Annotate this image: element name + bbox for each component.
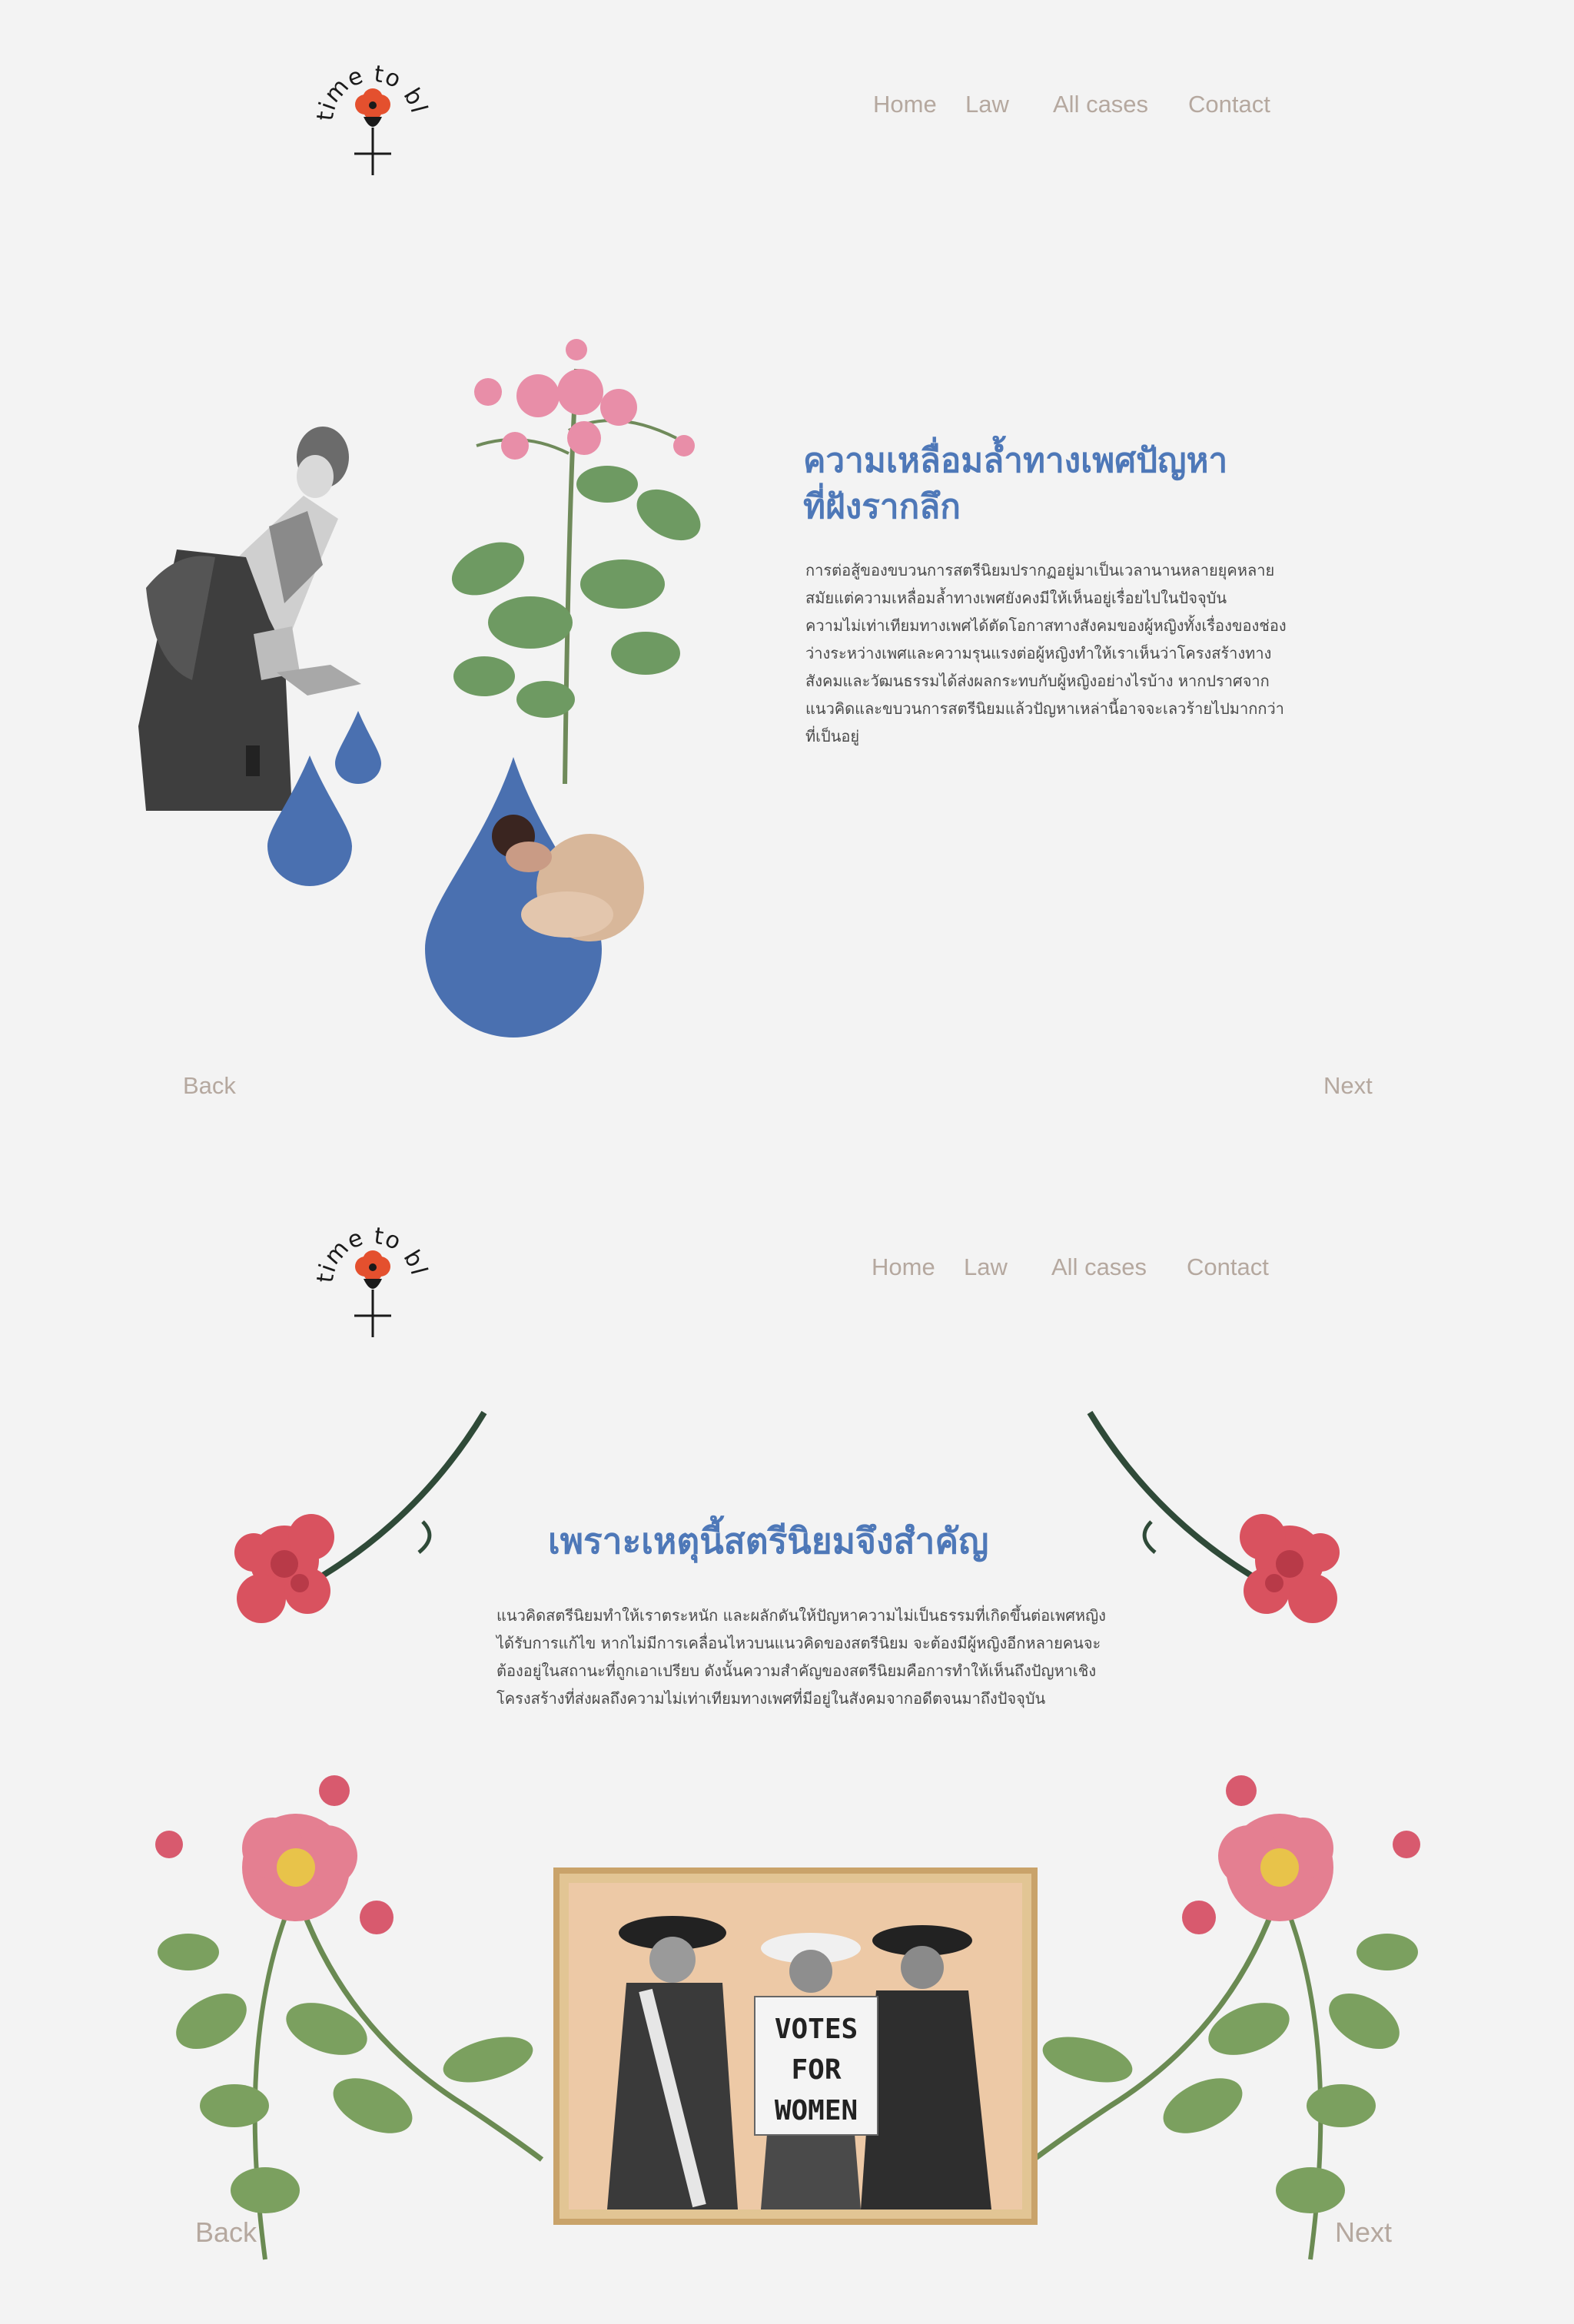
section1-title-line2: ที่ฝังรากลึก bbox=[803, 487, 961, 526]
section2-title: เพราะเหตุนี้สตรีนิยมจึงสำคัญ bbox=[548, 1520, 989, 1562]
nav-law[interactable]: Law bbox=[965, 91, 1009, 118]
nav-all-cases[interactable]: All cases bbox=[1053, 91, 1148, 118]
framed-suffrage-photo: VOTES FOR WOMEN bbox=[553, 1868, 1038, 2225]
illustration-crouching-figure bbox=[483, 815, 644, 945]
sign-text: FOR bbox=[791, 2054, 841, 2086]
nav-contact[interactable]: Contact bbox=[1188, 91, 1270, 118]
nav-contact[interactable]: Contact bbox=[1187, 1253, 1269, 1281]
nav-home[interactable]: Home bbox=[873, 91, 937, 118]
paragraph-line: แนวคิดสตรีนิยมทำให้เราตระหนัก และผลักดัน… bbox=[496, 1606, 1106, 1625]
illustration-carnation-right bbox=[1082, 1406, 1351, 1660]
nav-law[interactable]: Law bbox=[964, 1253, 1008, 1281]
illustration-rose-branch-right bbox=[1003, 1775, 1433, 2267]
paragraph-line: ต้องอยู่ในสถานะที่ถูกเอาเปรียบ ดังนั้นคว… bbox=[496, 1662, 1097, 1680]
back-button[interactable]: Back bbox=[183, 1072, 236, 1100]
section1-title: ความเหลื่อมล้ำทางเพศปัญหา ที่ฝังรากลึก bbox=[803, 438, 1227, 530]
sign-text: VOTES bbox=[775, 2014, 858, 2045]
section2-body: แนวคิดสตรีนิยมทำให้เราตระหนัก และผลักดัน… bbox=[496, 1602, 1106, 1712]
illustration-rose-stem bbox=[415, 338, 722, 792]
water-drop-medium bbox=[267, 755, 352, 886]
illustration-carnation-left bbox=[223, 1406, 492, 1660]
sign-text: WOMEN bbox=[775, 2095, 858, 2126]
nav-home[interactable]: Home bbox=[872, 1253, 935, 1281]
paragraph-line: ความไม่เท่าเทียมทางเพศได้ตัดโอกาสทางสังค… bbox=[805, 616, 1287, 635]
nav-all-cases[interactable]: All cases bbox=[1051, 1253, 1147, 1281]
paragraph-line: ที่เป็นอยู่ bbox=[805, 727, 860, 745]
paragraph-line: สมัยแต่ความเหลื่อมล้ำทางเพศยังคงมีให้เห็… bbox=[805, 589, 1227, 607]
main-nav: Home Law All cases Contact bbox=[0, 1253, 1574, 1284]
paragraph-line: แนวคิดและขบวนการสตรีนิยมแล้วปัญหาเหล่านี… bbox=[805, 699, 1284, 718]
illustration-rose-branch-left bbox=[142, 1775, 573, 2267]
next-button[interactable]: Next bbox=[1323, 1072, 1373, 1100]
paragraph-line: สังคมและวัฒนธรรมได้ส่งผลกระทบกับผู้หญิงอ… bbox=[805, 672, 1270, 690]
section1-body: การต่อสู้ของขบวนการสตรีนิยมปรากฏอยู่มาเป… bbox=[805, 556, 1287, 750]
back-button[interactable]: Back bbox=[195, 2216, 257, 2249]
paragraph-line: การต่อสู้ของขบวนการสตรีนิยมปรากฏอยู่มาเป… bbox=[805, 561, 1275, 579]
next-button[interactable]: Next bbox=[1335, 2216, 1392, 2249]
section1-title-line1: ความเหลื่อมล้ำทางเพศปัญหา bbox=[803, 441, 1228, 480]
paragraph-line: ว่างระหว่างเพศและความรุนแรงต่อผู้หญิงทำใ… bbox=[805, 644, 1272, 662]
paragraph-line: ได้รับการแก้ไข หากไม่มีการเคลื่อนไหวบนแน… bbox=[496, 1634, 1101, 1652]
main-nav: Home Law All cases Contact bbox=[0, 91, 1574, 121]
paragraph-line: โครงสร้างที่ส่งผลถึงความไม่เท่าเทียมทางเ… bbox=[496, 1689, 1046, 1708]
